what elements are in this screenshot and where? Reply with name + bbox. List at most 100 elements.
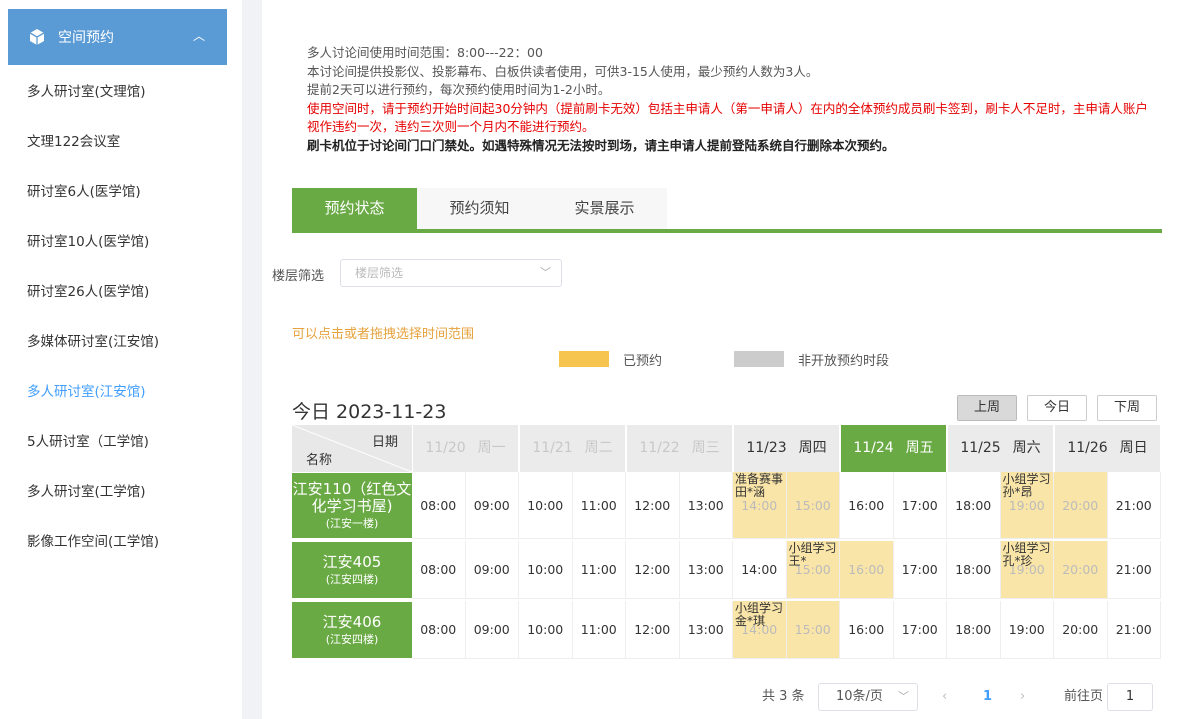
menu-header-space-booking[interactable]: 空间预约 ︿ — [8, 9, 227, 65]
time-slot[interactable]: 10:00 — [519, 541, 573, 599]
sidebar-item[interactable]: 多人研讨室(工学馆) — [0, 467, 242, 517]
time-slot[interactable]: 17:00 — [893, 601, 947, 659]
day-weekday: 周二 — [584, 440, 613, 456]
time-slot[interactable]: 20:00 — [1054, 472, 1108, 539]
day-header[interactable]: 11/21 周二 — [520, 425, 625, 472]
day-weekday: 周一 — [477, 440, 506, 456]
day-date: 11/20 — [425, 440, 466, 456]
legend-closed: 非开放预约时段 — [734, 351, 890, 369]
time-slot[interactable]: 18:00 — [947, 541, 1001, 599]
time-slot[interactable]: 09:00 — [465, 472, 519, 539]
page-size-select[interactable]: 10条/页 ﹀ — [818, 683, 918, 711]
room-floor: (江安四楼) — [325, 633, 379, 646]
time-slot[interactable]: 16:00 — [840, 601, 894, 659]
floor-filter-label: 楼层筛选 — [272, 269, 325, 284]
time-slot[interactable]: 21:00 — [1107, 541, 1161, 599]
sidebar-item[interactable]: 多媒体研讨室(江安馆) — [0, 317, 242, 367]
corner-name-label: 名称 — [306, 453, 333, 468]
sidebar-item[interactable]: 多人研讨室(文理馆) — [0, 67, 242, 117]
tab-booking-notice[interactable]: 预约须知 — [417, 188, 542, 229]
sidebar-item[interactable]: 影像工作空间(工学馆) — [0, 517, 242, 567]
sidebar-item[interactable]: 多人研讨室(江安馆) — [0, 367, 242, 417]
corner-date-label: 日期 — [371, 435, 398, 450]
time-slot[interactable]: 16:00 — [840, 541, 894, 599]
time-slot[interactable]: 17:00 — [893, 541, 947, 599]
page-number-current[interactable]: 1 — [983, 683, 992, 711]
time-slot[interactable]: 18:00 — [947, 601, 1001, 659]
goto-page-input[interactable]: 1 — [1107, 683, 1153, 711]
usage-notice: 多人讨论间使用时间范围：8:00---22：00 本讨论间提供投影仪、投影幕布、… — [307, 44, 1157, 155]
room-name: 江安406 — [322, 613, 382, 631]
time-slot[interactable]: 21:00 — [1107, 472, 1161, 539]
time-slot[interactable]: 09:00 — [465, 601, 519, 659]
time-slot[interactable]: 17:00 — [893, 472, 947, 539]
time-slot[interactable]: 11:00 — [572, 541, 626, 599]
sidebar-item[interactable]: 文理122会议室 — [0, 117, 242, 167]
time-slot[interactable]: 13:00 — [679, 601, 733, 659]
day-weekday: 周六 — [1012, 440, 1041, 456]
day-header[interactable]: 11/25 周六 — [948, 425, 1053, 472]
time-slot[interactable]: 12:00 — [626, 541, 680, 599]
page-size-value: 10条/页 — [836, 689, 883, 704]
time-slot[interactable]: 18:00 — [947, 472, 1001, 539]
prev-page-icon[interactable]: ‹ — [942, 683, 947, 711]
time-slot[interactable]: 11:00 — [572, 472, 626, 539]
sidebar-item[interactable]: 研讨室6人(医学馆) — [0, 167, 242, 217]
time-slot[interactable]: 21:00 — [1107, 601, 1161, 659]
day-header[interactable]: 11/23 周四 — [734, 425, 839, 472]
tab-live-view[interactable]: 实景展示 — [542, 188, 667, 229]
day-header[interactable]: 11/26 周日 — [1055, 425, 1160, 472]
time-slot[interactable]: 14:00 — [733, 541, 787, 599]
day-weekday: 周五 — [905, 440, 934, 456]
time-slot[interactable]: 19:00 — [1000, 601, 1054, 659]
time-slot[interactable]: 12:00 — [626, 472, 680, 539]
sidebar-menu: 多人研讨室(文理馆) 文理122会议室 研讨室6人(医学馆) 研讨室10人(医学馆) 研… — [0, 67, 242, 567]
time-slot[interactable]: 13:00 — [679, 541, 733, 599]
time-slot[interactable]: 11:00 — [572, 601, 626, 659]
legend-label: 已预约 — [623, 353, 663, 369]
time-slot[interactable]: 09:00 — [465, 541, 519, 599]
time-slot[interactable]: 13:00 — [679, 472, 733, 539]
time-slot[interactable]: 08:00 — [412, 601, 466, 659]
menu-header-label: 空间预约 — [58, 30, 114, 46]
time-slot[interactable]: 15:00 — [786, 601, 840, 659]
notice-line: 本讨论间提供投影仪、投影幕布、白板供读者使用，可供3-15人使用，最少预约人数为… — [307, 63, 819, 79]
day-header[interactable]: 11/22 周三 — [627, 425, 732, 472]
time-slot[interactable]: 08:00 — [412, 541, 466, 599]
time-slot[interactable]: 10:00 — [519, 601, 573, 659]
day-header[interactable]: 11/24 周五 — [841, 425, 946, 472]
floor-filter-select[interactable]: 楼层筛选 ﹀ — [340, 259, 562, 287]
room-name: 江安405 — [322, 553, 382, 571]
time-slot[interactable]: 10:00 — [519, 472, 573, 539]
day-date: 11/23 — [746, 440, 787, 456]
sidebar-item[interactable]: 5人研讨室（工学馆) — [0, 417, 242, 467]
booking-label: 小组学习孔*珍 — [1002, 541, 1051, 568]
next-page-icon[interactable]: › — [1020, 683, 1025, 711]
today-button[interactable]: 今日 — [1027, 395, 1087, 421]
tab-booking-status[interactable]: 预约状态 — [292, 188, 417, 229]
sidebar-item[interactable]: 研讨室26人(医学馆) — [0, 267, 242, 317]
time-slot[interactable]: 16:00 — [840, 472, 894, 539]
day-weekday: 周日 — [1119, 440, 1148, 456]
prev-week-button[interactable]: 上周 — [957, 395, 1017, 421]
notice-line-bold: 刷卡机位于讨论间门口门禁处。如遇特殊情况无法按时到场，请主申请人提前登陆系统自行… — [307, 137, 895, 153]
booking-label: 准备赛事田*涵 — [735, 472, 784, 499]
sidebar-item[interactable]: 研讨室10人(医学馆) — [0, 217, 242, 267]
time-slot[interactable]: 20:00 — [1054, 601, 1108, 659]
day-header[interactable]: 11/20 周一 — [413, 425, 518, 472]
chevron-down-icon: ﹀ — [898, 690, 909, 703]
room-name-cell: 江安406 (江安四楼) — [292, 602, 412, 658]
day-date: 11/25 — [960, 440, 1001, 456]
time-slot[interactable]: 15:00 — [786, 472, 840, 539]
room-name-cell: 江安405 (江安四楼) — [292, 542, 412, 598]
tab-bar: 预约状态 预约须知 实景展示 — [292, 188, 1162, 233]
legend-label: 非开放预约时段 — [798, 353, 890, 369]
cube-icon — [28, 28, 46, 46]
floor-filter-placeholder: 楼层筛选 — [355, 266, 404, 280]
chevron-down-icon: ﹀ — [540, 266, 551, 279]
time-slot[interactable]: 12:00 — [626, 601, 680, 659]
time-slot[interactable]: 20:00 — [1054, 541, 1108, 599]
time-slot[interactable]: 08:00 — [412, 472, 466, 539]
next-week-button[interactable]: 下周 — [1097, 395, 1157, 421]
notice-line: 提前2天可以进行预约，每次预约使用时间为1-2小时。 — [307, 82, 611, 97]
